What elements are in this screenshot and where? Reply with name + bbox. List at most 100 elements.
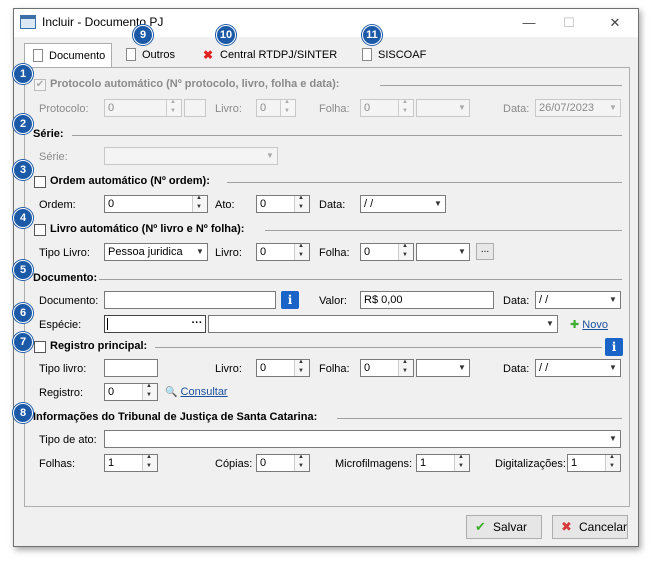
copias-label: Cópias: xyxy=(215,458,253,470)
folha-dropdown[interactable]: ▼ xyxy=(416,99,470,117)
ordem-spinner[interactable]: 0 xyxy=(104,195,208,213)
divider xyxy=(265,230,622,231)
especie-lookup-button[interactable]: ··· xyxy=(189,316,205,332)
divider xyxy=(337,418,622,419)
tab-outros[interactable]: Outros xyxy=(118,43,184,67)
tipo-livro-input[interactable] xyxy=(104,359,158,377)
documento-label: Documento: xyxy=(39,295,99,307)
folha-dropdown[interactable]: ▼ xyxy=(416,243,470,261)
title-bar: Incluir - Documento PJ — ☐ ✕ xyxy=(14,9,638,37)
folhas-spinner[interactable]: 1 xyxy=(104,454,158,472)
data-label: Data: xyxy=(319,199,346,211)
tipo-ato-dropdown[interactable]: ▼ xyxy=(104,430,621,448)
livro-section-title: Livro automático (Nº livro e Nº folha): xyxy=(50,223,245,235)
document-icon xyxy=(126,48,136,61)
tab-label: Central RTDPJ/SINTER xyxy=(220,49,338,61)
serie-label: Série: xyxy=(39,151,68,163)
folha-spinner[interactable]: 0 xyxy=(360,359,414,377)
livro-spinner[interactable]: 0 xyxy=(256,359,310,377)
folha-spinner[interactable]: 0 xyxy=(360,99,414,117)
protocolo-extra-field[interactable] xyxy=(184,99,206,117)
tipo-livro-label: Tipo livro: xyxy=(39,363,87,375)
document-icon xyxy=(33,49,43,62)
ato-spinner[interactable]: 0 xyxy=(256,195,310,213)
dialog-window: Incluir - Documento PJ — ☐ ✕ Documento O… xyxy=(13,8,639,547)
ordem-section-title: Ordem automático (Nº ordem): xyxy=(50,175,210,187)
data-label: Data: xyxy=(503,103,530,115)
especie-label: Espécie: xyxy=(39,319,82,331)
serie-dropdown[interactable]: ▼ xyxy=(104,147,278,165)
registro-data-picker[interactable]: / / ▼ xyxy=(535,359,621,377)
registro-section-title: Registro principal: xyxy=(50,340,148,352)
registro-info-icon[interactable]: i xyxy=(605,338,623,356)
livro-label: Livro: xyxy=(215,247,242,259)
folha-label: Folha: xyxy=(319,363,350,375)
folha-label: Folha: xyxy=(319,103,350,115)
tab-label: Documento xyxy=(49,50,106,62)
documento-panel: ✔ Protocolo automático (Nº protocolo, li… xyxy=(24,67,630,507)
maximize-button[interactable]: ☐ xyxy=(554,12,584,34)
callout-badge-6: 6 xyxy=(13,303,33,323)
callout-badge-10: 10 xyxy=(216,25,236,45)
tab-label: Outros xyxy=(142,49,176,61)
tab-siscoaf[interactable]: SISCOAF xyxy=(354,43,434,67)
tab-label: SISCOAF xyxy=(378,49,427,61)
data-label: Data: xyxy=(503,295,530,307)
error-cross-icon: ✖ xyxy=(203,48,214,62)
cancelar-button[interactable]: ✖ Cancelar xyxy=(552,515,628,539)
registro-spinner[interactable]: 0 xyxy=(104,383,158,401)
folha-label: Folha: xyxy=(319,247,350,259)
consultar-link[interactable]: 🔍 Consultar xyxy=(165,386,228,398)
data-picker[interactable]: 26/07/2023 ▼ xyxy=(535,99,621,117)
copias-spinner[interactable]: 0 xyxy=(256,454,310,472)
registro-principal-checkbox[interactable] xyxy=(34,341,46,353)
tipo-livro-dropdown[interactable]: Pessoa juridica ▼ xyxy=(104,243,208,261)
salvar-button[interactable]: ✔ Salvar xyxy=(466,515,542,539)
livro-label: Livro: xyxy=(215,103,242,115)
documento-data-picker[interactable]: / / ▼ xyxy=(535,291,621,309)
documento-section-title: Documento: xyxy=(33,272,98,284)
livro-spinner[interactable]: 0 xyxy=(256,243,310,261)
novo-link[interactable]: ✚ Novo xyxy=(570,318,608,331)
especie-dropdown[interactable]: ▼ xyxy=(208,315,558,333)
valor-input[interactable]: R$ 0,00 xyxy=(360,291,494,309)
cancel-x-icon: ✖ xyxy=(561,519,572,534)
livro-spinner[interactable]: 0 xyxy=(256,99,296,117)
callout-badge-5: 5 xyxy=(13,260,33,280)
ordem-automatico-checkbox[interactable] xyxy=(34,176,46,188)
microfilmagens-label: Microfilmagens: xyxy=(335,458,413,470)
divider xyxy=(72,135,622,136)
livro-automatico-checkbox[interactable] xyxy=(34,224,46,236)
serie-section-title: Série: xyxy=(33,128,64,140)
protocolo-automatico-checkbox[interactable]: ✔ xyxy=(34,79,46,91)
livro-lookup-button[interactable]: ... xyxy=(476,243,494,260)
ato-label: Ato: xyxy=(215,199,235,211)
callout-badge-1: 1 xyxy=(13,64,33,84)
documento-info-icon[interactable]: i xyxy=(281,291,299,309)
callout-badge-7: 7 xyxy=(13,332,33,352)
folha-spinner[interactable]: 0 xyxy=(360,243,414,261)
tab-documento[interactable]: Documento xyxy=(24,43,112,68)
check-icon: ✔ xyxy=(475,519,486,534)
tjsc-section-title: Informações do Tribunal de Justiça de Sa… xyxy=(33,411,318,423)
protocolo-label: Protocolo: xyxy=(39,103,89,115)
especie-code-input[interactable]: ··· xyxy=(104,315,206,333)
valor-label: Valor: xyxy=(319,295,347,307)
magnifier-icon: 🔍 xyxy=(165,387,178,398)
divider xyxy=(227,182,622,183)
minimize-button[interactable]: — xyxy=(514,12,544,34)
folha-dropdown[interactable]: ▼ xyxy=(416,359,470,377)
divider xyxy=(155,347,602,348)
ordem-label: Ordem: xyxy=(39,199,76,211)
ordem-data-picker[interactable]: / / ▼ xyxy=(360,195,446,213)
callout-badge-3: 3 xyxy=(13,160,33,180)
tab-central-rtdpj-sinter[interactable]: ✖ Central RTDPJ/SINTER xyxy=(196,43,344,67)
plus-icon: ✚ xyxy=(570,319,580,331)
tipo-ato-label: Tipo de ato: xyxy=(39,434,97,446)
data-label: Data: xyxy=(503,363,530,375)
documento-input[interactable] xyxy=(104,291,276,309)
protocolo-spinner[interactable]: 0 xyxy=(104,99,182,117)
close-button[interactable]: ✕ xyxy=(600,12,630,34)
digitalizacoes-spinner[interactable]: 1 xyxy=(567,454,621,472)
microfilmagens-spinner[interactable]: 1 xyxy=(416,454,470,472)
